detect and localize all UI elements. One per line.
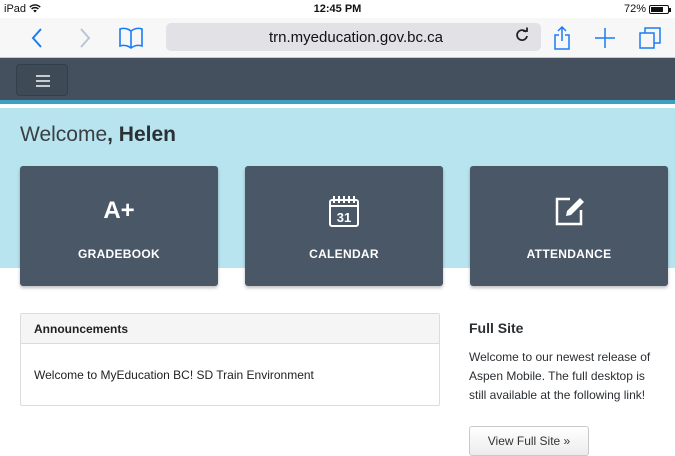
menu-button[interactable] [16, 64, 68, 96]
tile-label: CALENDAR [309, 247, 379, 261]
chevron-right-icon [80, 28, 91, 48]
announcements-title: Announcements [21, 314, 439, 344]
address-bar[interactable]: trn.myeducation.gov.bc.ca [166, 23, 541, 51]
battery-fill [651, 6, 663, 12]
calendar-icon: 31 [245, 194, 443, 228]
gradebook-glyph: A+ [103, 197, 135, 224]
bookmarks-button[interactable] [114, 24, 148, 52]
calendar-day: 31 [337, 210, 351, 225]
battery-status: 72% [623, 3, 671, 15]
grade-a-plus-icon: A+ [20, 194, 218, 228]
reload-button[interactable] [515, 27, 529, 48]
full-site-description: Welcome to our newest release of Aspen M… [469, 348, 669, 405]
plus-icon [595, 28, 615, 48]
hamburger-icon [36, 75, 50, 77]
tabs-icon [639, 27, 661, 49]
new-tab-button[interactable] [592, 24, 618, 52]
announcement-message: Welcome to MyEducation BC! SD Train Envi… [34, 368, 314, 382]
full-site-panel: Full Site Welcome to our newest release … [469, 320, 669, 405]
full-site-title: Full Site [469, 320, 524, 336]
battery-percent: 72% [623, 3, 646, 15]
browser-toolbar: trn.myeducation.gov.bc.ca [0, 18, 675, 58]
back-button[interactable] [24, 24, 50, 52]
edit-icon [470, 194, 668, 228]
welcome-heading: Welcome, Helen [20, 123, 176, 147]
share-icon [554, 25, 570, 50]
tabs-button[interactable] [636, 24, 664, 52]
tile-calendar[interactable]: 31 CALENDAR [245, 166, 443, 286]
welcome-name: , Helen [107, 123, 176, 146]
full-site-line: still available at the following link! [469, 388, 646, 402]
full-site-line: Welcome to our newest release of [469, 350, 651, 364]
tile-label: ATTENDANCE [526, 247, 612, 261]
tile-gradebook[interactable]: A+ GRADEBOOK [20, 166, 218, 286]
view-full-site-button[interactable]: View Full Site » [469, 426, 589, 456]
calendar-icon-graphic: 31 [329, 196, 359, 227]
welcome-greeting: Welcome [20, 123, 108, 146]
app-navbar [0, 58, 675, 104]
hamburger-icon-line [36, 80, 50, 82]
forward-button[interactable] [72, 24, 98, 52]
share-button[interactable] [549, 24, 575, 52]
full-site-line: Aspen Mobile. The full desktop is [469, 369, 645, 383]
announcements-panel: Announcements Welcome to MyEducation BC!… [20, 313, 440, 406]
url-text: trn.myeducation.gov.bc.ca [269, 29, 443, 46]
tile-label: GRADEBOOK [77, 247, 161, 261]
chevron-left-icon [31, 28, 42, 48]
tile-attendance[interactable]: ATTENDANCE [470, 166, 668, 286]
clock: 12:45 PM [313, 3, 362, 15]
book-icon [119, 27, 143, 49]
battery-icon [649, 4, 671, 14]
hamburger-icon-line [36, 85, 50, 87]
reload-icon [516, 27, 528, 41]
edit-icon-graphic [555, 197, 584, 226]
status-bar: iPad 12:45 PM 72% [0, 0, 675, 18]
